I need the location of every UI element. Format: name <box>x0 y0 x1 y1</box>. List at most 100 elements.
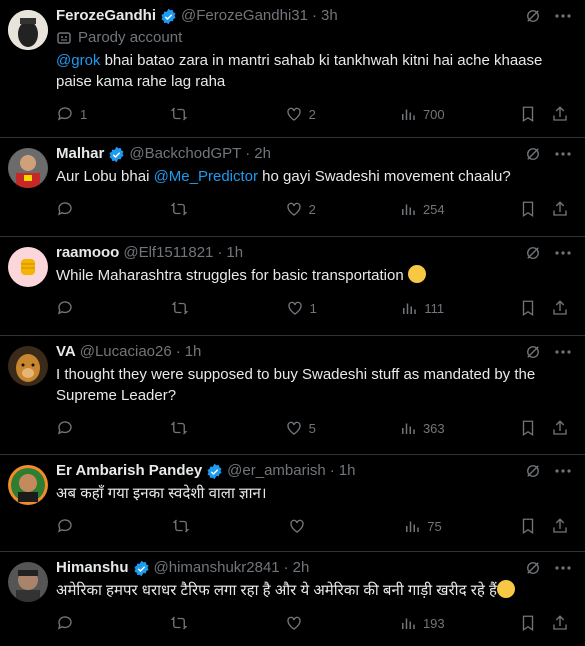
retweet-icon <box>172 519 190 533</box>
retweet-button[interactable] <box>172 517 212 535</box>
user-handle[interactable]: @Lucaciao26 <box>80 342 172 362</box>
views-chart-icon <box>406 521 419 532</box>
bookmark-icon[interactable] <box>519 299 537 317</box>
display-name[interactable]: Er Ambarish Pandey <box>56 461 202 481</box>
grok-icon[interactable] <box>523 144 543 164</box>
like-button[interactable] <box>285 614 325 632</box>
bookmark-icon[interactable] <box>519 517 537 535</box>
like-button[interactable]: 2 <box>285 200 325 218</box>
reply-button[interactable] <box>56 419 96 437</box>
bookmark-icon[interactable] <box>519 105 537 123</box>
tweet[interactable]: Malhar @BackchodGPT · 2h Aur Lobu bhai @… <box>0 138 585 237</box>
user-handle[interactable]: @himanshukr2841 <box>154 558 280 578</box>
timestamp[interactable]: 2h <box>293 558 310 578</box>
bookmark-icon[interactable] <box>519 614 537 632</box>
views-button[interactable]: 700 <box>399 105 445 123</box>
separator-dot: · <box>217 244 223 261</box>
grok-icon[interactable] <box>523 558 543 578</box>
more-options-icon[interactable] <box>553 243 573 263</box>
timestamp[interactable]: 1h <box>339 461 356 481</box>
timestamp[interactable]: 3h <box>321 6 338 26</box>
reply-count: 1 <box>80 106 88 122</box>
views-chart-icon <box>401 109 415 120</box>
display-name[interactable]: VA <box>56 342 76 362</box>
tweet-text-body: ho gayi Swadeshi movement chaalu? <box>258 168 511 185</box>
reply-button[interactable] <box>56 614 96 632</box>
retweet-button[interactable] <box>170 419 210 437</box>
laughing-emoji-icon <box>407 265 426 283</box>
views-button[interactable]: 193 <box>399 614 445 632</box>
reply-button[interactable] <box>56 299 96 317</box>
tweet[interactable]: Himanshu @himanshukr2841 · 2h अमेरिका हम… <box>0 552 585 646</box>
more-options-icon[interactable] <box>553 342 573 362</box>
retweet-icon <box>170 202 188 216</box>
share-icon[interactable] <box>551 105 569 123</box>
avatar[interactable] <box>8 346 48 386</box>
views-chart-icon <box>401 204 415 215</box>
tweet[interactable]: Er Ambarish Pandey @er_ambarish · 1h अब … <box>0 455 585 552</box>
like-button[interactable]: 5 <box>285 419 325 437</box>
like-count: 5 <box>308 420 316 436</box>
timestamp[interactable]: 2h <box>254 144 271 164</box>
like-button[interactable] <box>288 517 328 535</box>
like-count: 2 <box>308 201 316 217</box>
reply-button[interactable]: 1 <box>56 105 96 123</box>
heart-icon <box>286 202 301 216</box>
mention-link[interactable]: @grok <box>56 52 100 69</box>
display-name[interactable]: raamooo <box>56 243 119 263</box>
mention-link[interactable]: @Me_Predictor <box>154 168 258 185</box>
tweet[interactable]: raamooo @Elf1511821 · 1h While Maharasht… <box>0 237 585 336</box>
more-options-icon[interactable] <box>553 6 573 26</box>
tweet-text: I thought they were supposed to buy Swad… <box>56 364 569 406</box>
display-name[interactable]: Malhar <box>56 144 104 164</box>
views-button[interactable]: 111 <box>400 299 444 317</box>
views-button[interactable]: 363 <box>399 419 445 437</box>
more-options-icon[interactable] <box>553 558 573 578</box>
retweet-button[interactable] <box>171 299 211 317</box>
tweet-text: अब कहाँ गया इनका स्वदेशी वाला ज्ञान। <box>56 483 569 504</box>
grok-icon[interactable] <box>523 6 543 26</box>
tweet[interactable]: VA @Lucaciao26 · 1h I thought they were … <box>0 336 585 455</box>
avatar[interactable] <box>8 148 48 188</box>
avatar[interactable] <box>8 10 48 50</box>
user-handle[interactable]: @FerozeGandhi31 <box>181 6 308 26</box>
timestamp[interactable]: 1h <box>226 243 243 263</box>
tweet[interactable]: FerozeGandhi @FerozeGandhi31 · 3h Parody… <box>0 0 585 138</box>
timestamp[interactable]: 1h <box>185 342 202 362</box>
retweet-button[interactable] <box>170 200 210 218</box>
share-icon[interactable] <box>551 200 569 218</box>
like-button[interactable]: 2 <box>285 105 325 123</box>
grok-icon[interactable] <box>523 243 543 263</box>
like-button[interactable]: 1 <box>286 299 326 317</box>
bookmark-icon[interactable] <box>519 200 537 218</box>
tweet-actions: 2 254 <box>56 187 569 231</box>
avatar[interactable] <box>8 465 48 505</box>
more-options-icon[interactable] <box>553 144 573 164</box>
tweet-text: While Maharashtra struggles for basic tr… <box>56 265 569 286</box>
retweet-button[interactable] <box>170 105 210 123</box>
share-icon[interactable] <box>551 614 569 632</box>
grok-icon[interactable] <box>523 461 543 481</box>
more-options-icon[interactable] <box>553 461 573 481</box>
reply-button[interactable] <box>56 200 96 218</box>
bookmark-icon[interactable] <box>519 419 537 437</box>
user-handle[interactable]: @er_ambarish <box>227 461 326 481</box>
avatar[interactable] <box>8 247 48 287</box>
display-name[interactable]: Himanshu <box>56 558 129 578</box>
separator-dot: · <box>245 145 251 162</box>
display-name[interactable]: FerozeGandhi <box>56 6 156 26</box>
user-handle[interactable]: @Elf1511821 <box>123 243 213 263</box>
grok-icon[interactable] <box>523 342 543 362</box>
share-icon[interactable] <box>551 517 569 535</box>
user-handle[interactable]: @BackchodGPT <box>129 144 241 164</box>
share-icon[interactable] <box>551 419 569 437</box>
reply-button[interactable] <box>56 517 96 535</box>
retweet-button[interactable] <box>170 614 210 632</box>
avatar[interactable] <box>8 562 48 602</box>
view-count: 700 <box>422 106 445 122</box>
tweet-text-body: Aur Lobu bhai <box>56 168 154 185</box>
separator-dot: · <box>329 462 335 479</box>
views-button[interactable]: 254 <box>399 200 445 218</box>
share-icon[interactable] <box>551 299 569 317</box>
views-button[interactable]: 75 <box>403 517 443 535</box>
